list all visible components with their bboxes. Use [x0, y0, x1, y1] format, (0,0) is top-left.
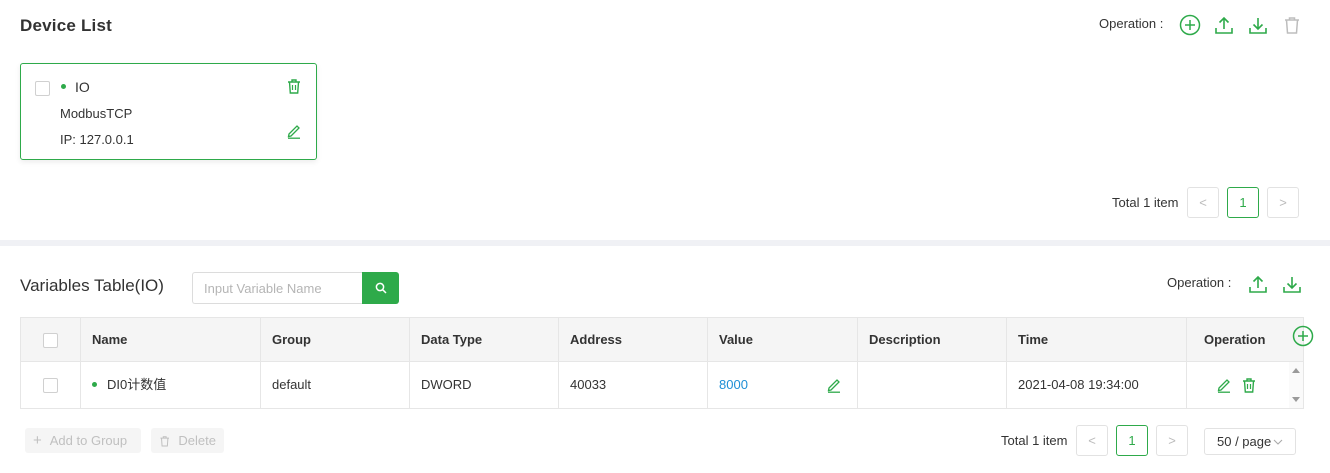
- device-card[interactable]: IO ModbusTCP IP: 127.0.0.1: [20, 63, 317, 160]
- scroll-up-icon[interactable]: [1292, 368, 1300, 373]
- column-divider: [1006, 318, 1007, 408]
- variable-search-button[interactable]: [362, 272, 399, 304]
- add-to-group-label: Add to Group: [49, 433, 128, 448]
- cell-time: 2021-04-08 19:34:00: [1018, 377, 1139, 392]
- variable-search-input[interactable]: [192, 272, 363, 304]
- page-size-select[interactable]: 50 / page: [1204, 428, 1296, 455]
- cell-group: default: [272, 377, 312, 392]
- column-divider: [558, 318, 559, 408]
- edit-pencil-icon: [1217, 379, 1230, 393]
- variables-table: Name Group Data Type Address Value Descr…: [20, 317, 1304, 409]
- column-header-description[interactable]: Description: [869, 318, 941, 362]
- add-circle-icon: [1292, 325, 1314, 347]
- device-list-title: Device List: [20, 16, 112, 35]
- edit-pencil-icon: [827, 379, 840, 393]
- table-scrollbar[interactable]: [1289, 362, 1303, 408]
- add-to-group-button[interactable]: + Add to Group: [25, 428, 141, 453]
- column-divider: [260, 318, 261, 408]
- bulk-delete-button[interactable]: Delete: [151, 428, 224, 453]
- variables-table-title: Variables Table(IO): [20, 276, 164, 295]
- column-header-address[interactable]: Address: [570, 318, 622, 362]
- device-name: IO: [75, 79, 90, 95]
- upload-variables-button[interactable]: [1247, 273, 1269, 295]
- add-device-button[interactable]: [1179, 14, 1201, 36]
- download-variables-button[interactable]: [1281, 273, 1303, 295]
- column-divider: [1186, 318, 1187, 408]
- trash-icon: [1243, 378, 1255, 393]
- variable-status-dot: [92, 382, 97, 387]
- delete-devices-button[interactable]: [1281, 14, 1303, 36]
- device-page-1-button[interactable]: 1: [1227, 187, 1259, 218]
- variables-page-1-button[interactable]: 1: [1116, 425, 1148, 456]
- add-variable-button[interactable]: [1292, 325, 1314, 347]
- select-all-checkbox[interactable]: [43, 333, 58, 348]
- column-divider: [409, 318, 410, 408]
- device-status-dot: [61, 84, 66, 89]
- variables-total-count: Total 1 item: [1001, 433, 1068, 448]
- upload-icon: [1215, 16, 1233, 34]
- column-header-group[interactable]: Group: [272, 318, 311, 362]
- variables-next-page-button[interactable]: >: [1156, 425, 1188, 456]
- edit-variable-button[interactable]: [1214, 375, 1234, 395]
- bulk-delete-label: Delete: [178, 433, 216, 448]
- column-header-data-type[interactable]: Data Type: [421, 318, 482, 362]
- scroll-down-icon[interactable]: [1292, 397, 1300, 402]
- download-icon: [1249, 18, 1267, 34]
- edit-pencil-icon: [287, 125, 300, 139]
- column-header-operation: Operation: [1204, 332, 1266, 347]
- table-header: [21, 318, 1303, 362]
- device-total-count: Total 1 item: [1112, 195, 1179, 210]
- delete-variable-button[interactable]: [1239, 375, 1259, 395]
- device-ip: IP: 127.0.0.1: [60, 132, 134, 147]
- trash-icon: [160, 435, 169, 446]
- cell-data-type: DWORD: [421, 377, 472, 392]
- edit-value-button[interactable]: [824, 375, 844, 395]
- row-checkbox[interactable]: [43, 378, 58, 393]
- column-header-name[interactable]: Name: [92, 318, 127, 362]
- section-divider: [0, 240, 1330, 246]
- search-icon: [375, 282, 387, 294]
- chevron-down-icon: [1273, 439, 1283, 445]
- download-icon: [1283, 277, 1301, 293]
- column-divider: [707, 318, 708, 408]
- plus-icon: +: [33, 432, 42, 449]
- variables-operation-label: Operation :: [1167, 275, 1232, 290]
- cell-value[interactable]: 8000: [719, 362, 748, 408]
- upload-icon: [1249, 275, 1267, 293]
- download-devices-button[interactable]: [1247, 14, 1269, 36]
- column-header-time[interactable]: Time: [1018, 318, 1048, 362]
- column-divider: [857, 318, 858, 408]
- delete-device-button[interactable]: [284, 76, 304, 96]
- variables-prev-page-button[interactable]: <: [1076, 425, 1108, 456]
- device-checkbox[interactable]: [35, 81, 50, 96]
- device-operation-label: Operation :: [1099, 16, 1164, 31]
- device-next-page-button[interactable]: >: [1267, 187, 1299, 218]
- cell-name: DI0计数值: [107, 377, 167, 392]
- column-header-value[interactable]: Value: [719, 318, 753, 362]
- device-protocol: ModbusTCP: [60, 106, 133, 121]
- trash-icon: [1285, 17, 1299, 34]
- add-circle-icon: [1179, 14, 1201, 36]
- upload-devices-button[interactable]: [1213, 14, 1235, 36]
- cell-address: 40033: [570, 377, 607, 392]
- device-prev-page-button[interactable]: <: [1187, 187, 1219, 218]
- trash-icon: [288, 79, 300, 94]
- column-divider: [80, 318, 81, 408]
- page-size-value: 50 / page: [1217, 434, 1272, 449]
- edit-device-button[interactable]: [284, 121, 304, 141]
